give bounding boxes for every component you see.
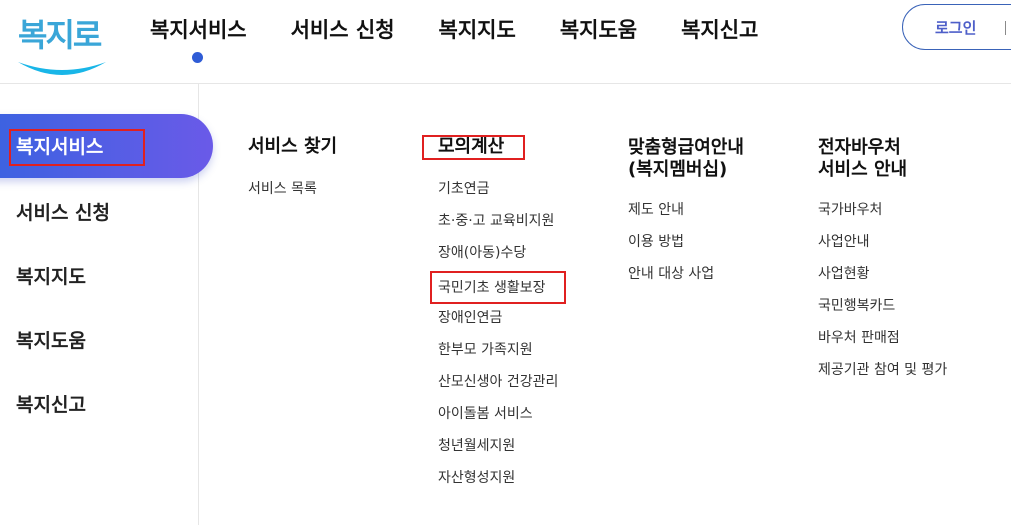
menu-link-program-status[interactable]: 사업현황 [818,265,870,283]
gnb-item-service-apply[interactable]: 서비스 신청 [291,16,395,46]
sidebar-item-label: 복지지도 [16,266,86,288]
menu-title-line: (복지멤버십) [628,159,728,180]
menu-title-line: 서비스 안내 [818,159,908,180]
menu-title-line: 전자바우처 [818,137,901,158]
menu-link-label: 제도 안내 [628,202,684,218]
menu-title-customized-benefit[interactable]: 맞춤형급여안내 (복지멤버십) [628,137,744,181]
login-button[interactable]: 로그인 [902,4,1011,50]
menu-link-voucher-stores[interactable]: 바우처 판매점 [818,329,900,347]
menu-link-happiness-card[interactable]: 국민행복카드 [818,297,895,315]
menu-title-simulation[interactable]: 모의계산 [438,136,504,158]
menu-link-label: 청년월세지원 [438,438,516,454]
gnb-item-welfare-service[interactable]: 복지서비스 [150,16,247,63]
menu-link-label: 장애인연금 [438,310,503,326]
logo-smile-icon [18,62,106,75]
menu-link-label: 국민행복카드 [818,298,896,314]
menu-link-label: 산모신생아 건강관리 [438,374,559,390]
menu-link-label: 바우처 판매점 [818,330,900,346]
menu-link-system-guide[interactable]: 제도 안내 [628,201,684,219]
sidebar-item-label: 복지도움 [16,330,86,352]
gnb-item-label: 복지지도 [438,18,516,42]
menu-link-education-support[interactable]: 초·중·고 교육비지원 [438,212,554,230]
site-header: 복지로 복지서비스 서비스 신청 복지지도 복지도움 복지신고 로그인 [0,0,1011,84]
menu-title-label: 모의계산 [438,136,505,157]
logo-text: 복지로 [18,16,102,54]
menu-link-label: 아이돌봄 서비스 [438,406,533,422]
logo-graphic: 복지로 [18,16,106,75]
menu-link-provider-evaluation[interactable]: 제공기관 참여 및 평가 [818,361,947,379]
sidebar-item-label: 복지신고 [16,394,86,416]
gnb-item-label: 복지도움 [559,18,638,42]
menu-link-label: 제공기관 참여 및 평가 [818,362,948,378]
menu-link-child-care-service[interactable]: 아이돌봄 서비스 [438,405,533,423]
menu-link-label: 초·중·고 교육비지원 [438,213,555,229]
menu-link-disability-pension[interactable]: 장애인연금 [438,309,502,327]
menu-link-disability-child-allowance[interactable]: 장애(아동)수당 [438,244,526,262]
gnb-item-welfare-report[interactable]: 복지신고 [681,16,758,46]
menu-link-single-parent-support[interactable]: 한부모 가족지원 [438,341,533,359]
menu-title-line: 맞춤형급여안내 [628,137,744,158]
sidebar-item-welfare-help[interactable]: 복지도움 [16,326,86,353]
gnb-item-welfare-help[interactable]: 복지도움 [560,16,637,46]
menu-link-label: 자산형성지원 [438,470,516,486]
menu-link-program-info[interactable]: 사업안내 [818,233,870,251]
menu-link-label: 한부모 가족지원 [438,342,533,358]
login-divider [1005,21,1006,35]
sidebar-item-label: 서비스 신청 [16,202,111,224]
menu-title-label: 서비스 찾기 [248,136,338,157]
menu-link-label: 사업현황 [818,266,870,282]
sidebar-item-service-apply[interactable]: 서비스 신청 [16,198,110,225]
gnb-active-dot-icon [192,52,204,63]
menu-link-label: 국민기초 생활보장 [438,280,546,296]
login-button-label: 로그인 [935,18,977,37]
menu-link-label: 이용 방법 [628,234,684,250]
gnb-item-welfare-map[interactable]: 복지지도 [439,16,516,46]
sidebar-item-welfare-report[interactable]: 복지신고 [16,390,86,417]
sidebar-item-label: 복지서비스 [16,136,104,158]
menu-link-label: 서비스 목록 [248,181,317,197]
menu-link-label: 기초연금 [438,181,490,197]
menu-link-basic-pension[interactable]: 기초연금 [438,180,490,198]
sidebar-menu: 복지서비스 서비스 신청 복지지도 복지도움 복지신고 [0,84,213,525]
gnb-item-label: 복지서비스 [150,18,247,42]
sidebar-item-welfare-map[interactable]: 복지지도 [16,262,86,289]
menu-link-label: 사업안내 [818,234,870,250]
menu-link-service-list[interactable]: 서비스 목록 [248,180,317,198]
menu-link-label: 장애(아동)수당 [438,245,527,261]
menu-title-service-search[interactable]: 서비스 찾기 [248,136,337,158]
menu-link-target-programs[interactable]: 안내 대상 사업 [628,265,714,283]
menu-link-asset-building-support[interactable]: 자산형성지원 [438,469,515,487]
site-logo[interactable]: 복지로 [14,2,110,82]
menu-link-maternal-newborn-care[interactable]: 산모신생아 건강관리 [438,373,558,391]
menu-link-usage-method[interactable]: 이용 방법 [628,233,684,251]
menu-link-basic-livelihood[interactable]: 국민기초 생활보장 [438,279,546,297]
menu-link-label: 국가바우처 [818,202,883,218]
menu-link-label: 안내 대상 사업 [628,266,715,282]
global-nav: 복지서비스 서비스 신청 복지지도 복지도움 복지신고 [150,16,758,63]
menu-link-youth-rent-support[interactable]: 청년월세지원 [438,437,515,455]
menu-link-national-voucher[interactable]: 국가바우처 [818,201,882,219]
menu-title-e-voucher[interactable]: 전자바우처 서비스 안내 [818,137,907,181]
gnb-item-label: 서비스 신청 [290,18,395,42]
gnb-item-label: 복지신고 [681,18,759,42]
sidebar-item-welfare-service[interactable]: 복지서비스 [16,132,103,159]
